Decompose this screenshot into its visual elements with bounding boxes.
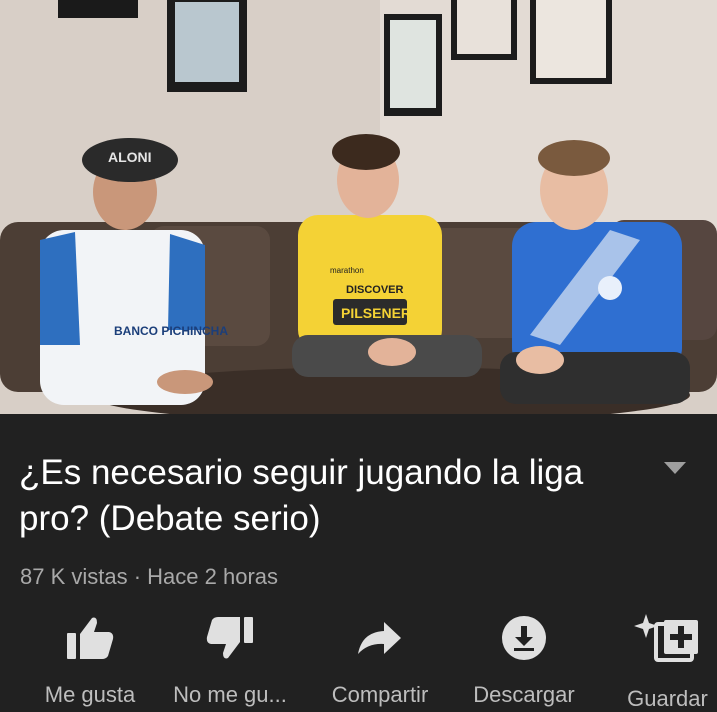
- download-icon: [502, 616, 546, 660]
- video-meta: 87 K vistas · Hace 2 horas: [20, 564, 278, 590]
- shirt-sponsor-middle-2: PILSENER: [341, 305, 411, 321]
- share-button[interactable]: Compartir: [315, 614, 445, 708]
- share-icon: [358, 622, 401, 654]
- like-button[interactable]: Me gusta: [25, 614, 155, 708]
- video-info: ¿Es necesario seguir jugando la liga pro…: [0, 414, 717, 712]
- chevron-down-icon: [664, 462, 686, 474]
- shirt-sponsor-middle-1: DISCOVER: [346, 284, 404, 296]
- save-label: Guardar: [627, 686, 708, 711]
- dislike-label: No me gu...: [173, 682, 287, 707]
- share-label: Compartir: [331, 682, 429, 707]
- meta-separator: ·: [127, 564, 148, 589]
- action-bar: Me gusta No me gu... Compartir Descargar: [0, 614, 717, 712]
- expand-description-button[interactable]: [662, 460, 688, 476]
- upload-time: Hace 2 horas: [147, 564, 279, 589]
- download-label: Descargar: [473, 682, 575, 707]
- save-playlist-icon: [633, 614, 698, 662]
- view-count: 87 K vistas: [20, 564, 128, 589]
- download-button[interactable]: Descargar: [459, 614, 589, 708]
- thumbs-down-icon: [206, 617, 253, 659]
- cap-text: ALONI: [108, 149, 152, 165]
- dislike-button[interactable]: No me gu...: [165, 614, 295, 708]
- video-frame: ALONI BANCO PICHINCHA DISCOVER PILSENER …: [0, 0, 717, 414]
- video-title[interactable]: ¿Es necesario seguir jugando la liga pro…: [19, 450, 619, 542]
- video-player[interactable]: ALONI BANCO PICHINCHA DISCOVER PILSENER …: [0, 0, 717, 414]
- save-button[interactable]: Guardar: [605, 614, 717, 712]
- shirt-sponsor-middle-3: marathon: [330, 266, 364, 275]
- like-label: Me gusta: [44, 682, 136, 707]
- shirt-sponsor-left: BANCO PICHINCHA: [114, 324, 228, 338]
- thumbs-up-icon: [67, 617, 114, 659]
